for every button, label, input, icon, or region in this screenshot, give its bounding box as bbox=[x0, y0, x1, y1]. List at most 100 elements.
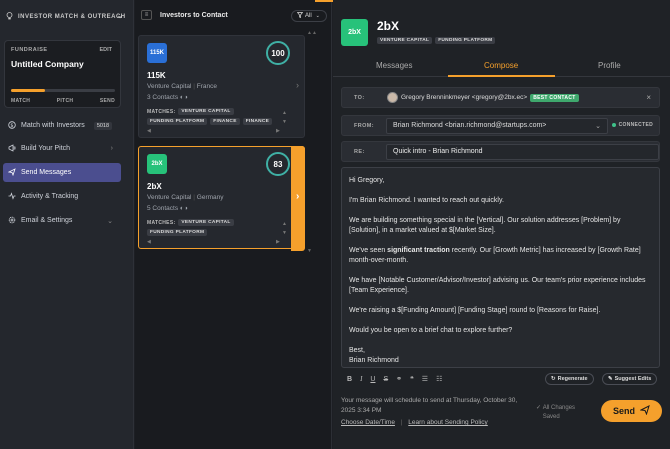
investor-card-selected[interactable]: › 2bX 83 2bX Venture Capital | Germany 5… bbox=[138, 146, 305, 251]
avatar-stack-icon: ◐◑ bbox=[179, 205, 188, 212]
sidebar-item-label: Activity & Tracking bbox=[21, 193, 79, 200]
bold-icon[interactable]: B bbox=[347, 376, 352, 383]
sidebar-item-pitch[interactable]: Build Your Pitch › bbox=[3, 139, 121, 158]
suggest-label: Suggest Edits bbox=[614, 376, 652, 382]
tab-messages[interactable]: Messages bbox=[376, 61, 412, 70]
step-pitch: PITCH bbox=[56, 98, 74, 104]
tags-scroll-left-icon[interactable]: ◀ bbox=[147, 128, 151, 134]
footer-links: Choose Date/Time | Learn about Sending P… bbox=[341, 419, 488, 426]
save-status: ✓ All Changes Saved bbox=[536, 404, 583, 422]
svg-text:$: $ bbox=[10, 123, 13, 129]
match-count-badge: 5018 bbox=[93, 121, 113, 130]
match-tag: FUNDING PLATFORM bbox=[147, 229, 208, 236]
subject-input[interactable]: Quick intro - Brian Richmond bbox=[386, 144, 659, 160]
chevron-down-icon: ⌄ bbox=[315, 13, 320, 19]
tags-down-icon[interactable]: ▼ bbox=[282, 119, 287, 125]
link-icon[interactable]: ⚭ bbox=[396, 375, 402, 383]
recipient-chip[interactable]: Gregory Brenninkmeyer <gregory@2bx.ec> B… bbox=[387, 92, 579, 103]
scroll-down-icon[interactable]: ▼ bbox=[307, 248, 312, 254]
matches-row: MATCHES: VENTURE CAPITAL bbox=[147, 108, 234, 115]
investor-card[interactable]: 115K 100 115K Venture Capital | France 3… bbox=[138, 35, 305, 138]
underline-icon[interactable]: U bbox=[370, 376, 375, 383]
send-label: Send bbox=[612, 406, 635, 416]
tags-up-icon[interactable]: ▲ bbox=[282, 221, 287, 227]
body-paragraph: We are building something special in the… bbox=[349, 217, 621, 234]
sidebar-header[interactable]: INVESTOR MATCH & OUTREACH ⌄ bbox=[0, 0, 134, 34]
chevron-down-icon[interactable]: ⌄ bbox=[117, 11, 124, 20]
sidebar-header-label: INVESTOR MATCH & OUTREACH bbox=[18, 14, 126, 20]
fundraise-edit-link[interactable]: EDIT bbox=[99, 47, 112, 53]
chevron-right-icon[interactable]: › bbox=[296, 80, 299, 90]
matches-label: MATCHES: bbox=[147, 219, 176, 226]
sidebar-item-label: Send Messages bbox=[21, 169, 72, 176]
tags-scroll-left-icon[interactable]: ◀ bbox=[147, 239, 151, 245]
filter-icon bbox=[296, 12, 304, 20]
from-row: FROM: Brian Richmond <brian.richmond@sta… bbox=[341, 115, 660, 136]
bulleted-list-icon[interactable]: ☷ bbox=[436, 375, 442, 383]
match-score-value: 83 bbox=[273, 159, 283, 169]
sidebar-item-label: Email & Settings bbox=[21, 217, 73, 224]
investor-logo: 115K bbox=[147, 43, 167, 63]
bulb-icon bbox=[6, 12, 13, 22]
connected-label: CONNECTED bbox=[618, 122, 653, 128]
chevron-right-icon[interactable]: › bbox=[296, 191, 299, 202]
chevron-down-icon: ⌄ bbox=[595, 123, 601, 130]
italic-icon[interactable]: I bbox=[360, 375, 362, 383]
tags-scroll-right-icon[interactable]: ▶ bbox=[276, 128, 280, 134]
fundraise-label: FUNDRAISE bbox=[11, 47, 48, 53]
from-value: Brian Richmond <brian.richmond@startups.… bbox=[393, 122, 547, 129]
match-score: 83 bbox=[266, 152, 290, 176]
match-tag: FINANCE bbox=[210, 118, 240, 125]
from-select[interactable]: Brian Richmond <brian.richmond@startups.… bbox=[386, 118, 608, 134]
investor-logo-text: 2bX bbox=[151, 161, 163, 167]
suggest-edits-button[interactable]: ✎ Suggest Edits bbox=[602, 373, 658, 385]
tags-row: FUNDING PLATFORM FINANCE FINANCE bbox=[147, 118, 273, 125]
tab-active-underline bbox=[448, 75, 555, 77]
pencil-icon: ✎ bbox=[608, 376, 613, 382]
tags-scroll-right-icon[interactable]: ▶ bbox=[276, 239, 280, 245]
connected-status: CONNECTED bbox=[611, 122, 653, 128]
fundraise-progress-fill bbox=[11, 89, 46, 92]
investor-logo-large: 2bX bbox=[341, 19, 368, 46]
close-icon[interactable]: × bbox=[646, 93, 651, 102]
send-button[interactable]: Send bbox=[601, 400, 662, 422]
message-editor[interactable]: Hi Gregory, I'm Brian Richmond. I wanted… bbox=[341, 167, 660, 368]
sidebar-item-send[interactable]: Send Messages bbox=[3, 163, 121, 182]
body-paragraph: Would you be open to a brief chat to exp… bbox=[349, 327, 513, 334]
regenerate-button[interactable]: ↻ Regenerate bbox=[545, 373, 594, 385]
scroll-up-icon[interactable]: ▲▲ bbox=[307, 30, 317, 36]
tab-compose[interactable]: Compose bbox=[484, 61, 518, 70]
sidebar-item-match[interactable]: $ Match with Investors 5018 bbox=[3, 116, 121, 135]
body-paragraph: We have [Notable Customer/Advisor/Invest… bbox=[349, 277, 646, 294]
investor-meta: Venture Capital | France bbox=[147, 83, 218, 90]
to-row: TO: Gregory Brenninkmeyer <gregory@2bx.e… bbox=[341, 87, 660, 108]
message-body[interactable]: Hi Gregory, I'm Brian Richmond. I wanted… bbox=[349, 176, 649, 366]
contacts-count[interactable]: 5 Contacts ◐◑ bbox=[147, 205, 188, 212]
choose-datetime-link[interactable]: Choose Date/Time bbox=[341, 419, 395, 426]
body-paragraph: I'm Brian Richmond. I wanted to reach ou… bbox=[349, 197, 504, 204]
fundraise-progress-bar bbox=[11, 89, 115, 92]
sidebar-item-settings[interactable]: Email & Settings ⌄ bbox=[3, 211, 121, 230]
match-tag: VENTURE CAPITAL bbox=[178, 108, 234, 115]
sidebar-item-label: Build Your Pitch bbox=[21, 145, 71, 152]
match-tag: VENTURE CAPITAL bbox=[178, 219, 234, 226]
tab-profile[interactable]: Profile bbox=[598, 61, 621, 70]
filter-dropdown[interactable]: All ⌄ bbox=[291, 10, 327, 22]
app-root: INVESTOR MATCH & OUTREACH ⌄ FUNDRAISE ED… bbox=[0, 0, 670, 449]
numbered-list-icon[interactable]: ☰ bbox=[422, 375, 428, 383]
regenerate-label: Regenerate bbox=[557, 376, 588, 382]
collapse-icon[interactable]: ≡ bbox=[141, 10, 152, 20]
chevron-right-icon: › bbox=[110, 145, 113, 152]
tags-up-icon[interactable]: ▲ bbox=[282, 110, 287, 116]
investor-tag: VENTURE CAPITAL bbox=[377, 37, 433, 44]
to-label: TO: bbox=[354, 95, 365, 101]
strikethrough-icon[interactable]: S bbox=[383, 376, 388, 383]
quote-icon[interactable]: ❝ bbox=[410, 375, 414, 383]
re-row: RE: Quick intro - Brian Richmond bbox=[341, 141, 660, 162]
save-status-text: All Changes Saved bbox=[542, 405, 576, 420]
tags-down-icon[interactable]: ▼ bbox=[282, 230, 287, 236]
body-bold-span: significant traction bbox=[387, 247, 450, 254]
sending-policy-link[interactable]: Learn about Sending Policy bbox=[408, 419, 488, 426]
contacts-count[interactable]: 3 Contacts ◐◑ bbox=[147, 94, 188, 101]
sidebar-item-activity[interactable]: Activity & Tracking bbox=[3, 187, 121, 206]
